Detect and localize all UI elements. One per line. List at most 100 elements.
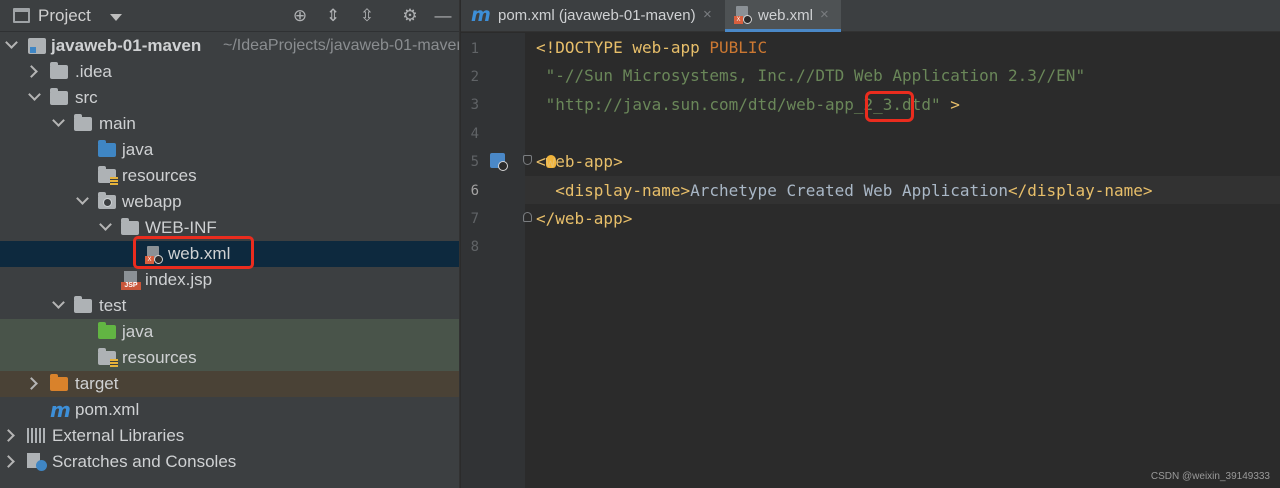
tree-item-label: src	[75, 88, 98, 107]
tree-item-label: target	[75, 374, 119, 393]
project-tool-window: Project ⊕ ⇕ ⇳ ⚙ — javaweb-01-maven ~/Ide…	[0, 0, 460, 488]
tree-item-label: java	[122, 322, 154, 341]
maven-icon: m	[50, 398, 71, 422]
line-number: 8	[470, 239, 479, 255]
doctype-token: <!DOCTYPE web-app	[536, 38, 710, 57]
module-path-hint: ~/IdeaProjects/javaweb-01-maven	[223, 37, 460, 54]
web-folder-icon	[98, 192, 116, 209]
maven-icon: m	[471, 4, 491, 26]
hide-icon[interactable]: —	[431, 4, 455, 28]
tab-label: web.xml	[758, 7, 814, 24]
source-folder-icon	[98, 140, 116, 157]
chevron-right-icon[interactable]	[2, 455, 15, 468]
tree-item-label: webapp	[122, 192, 182, 211]
close-icon[interactable]: ×	[703, 6, 712, 23]
fold-marker-icon[interactable]	[523, 212, 532, 222]
tree-item-webapp[interactable]: webapp	[0, 189, 459, 215]
display-name-text: Archetype Created Web Application	[690, 181, 1009, 200]
web-app-open-tag: <web-app>	[536, 152, 623, 171]
web-descriptor-gutter-icon[interactable]	[490, 153, 508, 171]
tree-item-label: javaweb-01-maven	[51, 36, 202, 55]
editor-tab-bar: m pom.xml (javaweb-01-maven) × X web.xml…	[461, 0, 1280, 32]
web-app-close-tag: </web-app>	[536, 209, 633, 228]
jsp-icon: JSP	[121, 271, 141, 290]
code-line-7[interactable]: </web-app>	[536, 209, 632, 228]
tab-pom-xml[interactable]: m pom.xml (javaweb-01-maven) ×	[461, 0, 725, 32]
tree-item-index-jsp[interactable]: JSP index.jsp	[0, 267, 459, 293]
project-folder-icon	[13, 8, 30, 23]
project-panel-header: Project ⊕ ⇕ ⇳ ⚙ —	[0, 0, 459, 32]
public-id-string: "-//Sun Microsystems, Inc.//DTD Web Appl…	[536, 66, 1086, 85]
tree-item-src[interactable]: src	[0, 85, 459, 111]
fold-marker-icon[interactable]	[523, 155, 532, 165]
line-number: 2	[470, 69, 479, 85]
tree-item-test-java[interactable]: java	[0, 319, 459, 345]
annotation-highlight-box	[133, 236, 254, 269]
tree-item-label: pom.xml	[75, 400, 140, 419]
tab-web-xml[interactable]: X web.xml ×	[725, 0, 841, 32]
code-line-2[interactable]: "-//Sun Microsystems, Inc.//DTD Web Appl…	[536, 66, 1085, 85]
line-number: 4	[470, 126, 479, 142]
public-keyword: PUBLIC	[709, 38, 768, 57]
resources-folder-icon	[98, 166, 118, 185]
watermark: CSDN @weixin_39149333	[1150, 471, 1270, 482]
chevron-right-icon[interactable]	[25, 377, 38, 390]
locate-icon[interactable]: ⊕	[288, 4, 312, 28]
folder-icon	[74, 296, 92, 313]
tab-label: pom.xml (javaweb-01-maven)	[498, 7, 696, 24]
chevron-right-icon[interactable]	[2, 429, 15, 442]
chevron-down-icon[interactable]	[76, 192, 89, 205]
code-line-5[interactable]: <web-app>	[536, 152, 623, 171]
line-number: 3	[470, 97, 479, 113]
chevron-right-icon[interactable]	[25, 65, 38, 78]
code-line-6[interactable]: <display-name>Archetype Created Web Appl…	[536, 181, 1152, 200]
tree-item-label: java	[122, 140, 154, 159]
tree-item-idea[interactable]: .idea	[0, 59, 459, 85]
doctype-close-token: >	[940, 95, 960, 114]
tree-item-target[interactable]: target	[0, 371, 459, 397]
module-icon	[28, 38, 46, 54]
tree-item-test[interactable]: test	[0, 293, 459, 319]
tree-item-label: .idea	[75, 62, 112, 81]
tree-item-label: WEB-INF	[145, 218, 217, 237]
tree-item-resources[interactable]: resources	[0, 163, 459, 189]
scratches-icon	[27, 453, 47, 471]
chevron-down-icon[interactable]	[52, 296, 65, 309]
tree-item-label: test	[99, 296, 127, 315]
expand-all-icon[interactable]: ⇕	[321, 4, 345, 28]
code-editor: m pom.xml (javaweb-01-maven) × X web.xml…	[461, 0, 1280, 488]
gear-icon[interactable]: ⚙	[398, 4, 422, 28]
tree-item-external-libraries[interactable]: External Libraries	[0, 423, 459, 449]
line-number: 5	[470, 154, 479, 170]
excluded-folder-icon	[50, 374, 68, 391]
collapse-all-icon[interactable]: ⇳	[355, 4, 379, 28]
chevron-down-icon[interactable]	[28, 88, 41, 101]
tree-item-pom-xml[interactable]: m pom.xml	[0, 397, 459, 423]
libraries-icon	[27, 428, 47, 443]
display-name-open-tag: <display-name>	[536, 181, 691, 200]
tree-item-label: index.jsp	[145, 270, 213, 289]
tree-item-label: resources	[122, 166, 197, 185]
chevron-down-icon[interactable]	[5, 36, 18, 49]
tree-item-label: main	[99, 114, 136, 133]
tree-item-main[interactable]: main	[0, 111, 459, 137]
code-line-1[interactable]: <!DOCTYPE web-app PUBLIC	[536, 38, 767, 57]
close-icon[interactable]: ×	[820, 6, 829, 23]
tree-item-java[interactable]: java	[0, 137, 459, 163]
editor-gutter: 1 2 3 4 5 6 7 8	[461, 33, 525, 488]
tree-item-label: resources	[122, 348, 197, 367]
tree-item-scratches[interactable]: Scratches and Consoles	[0, 449, 459, 475]
chevron-down-icon[interactable]	[52, 114, 65, 127]
chevron-down-icon[interactable]	[99, 218, 112, 231]
chevron-down-icon[interactable]	[110, 14, 122, 21]
test-folder-icon	[98, 322, 116, 339]
tree-item-module[interactable]: javaweb-01-maven ~/IdeaProjects/javaweb-…	[0, 33, 460, 59]
tree-item-test-resources[interactable]: resources	[0, 345, 459, 371]
line-number: 1	[470, 41, 479, 57]
annotation-highlight-box	[865, 91, 914, 122]
folder-icon	[74, 114, 92, 131]
tree-item-label: Scratches and Consoles	[52, 452, 237, 471]
project-view-selector[interactable]: Project	[38, 6, 91, 26]
test-resources-icon	[98, 348, 118, 367]
folder-icon	[50, 88, 68, 105]
